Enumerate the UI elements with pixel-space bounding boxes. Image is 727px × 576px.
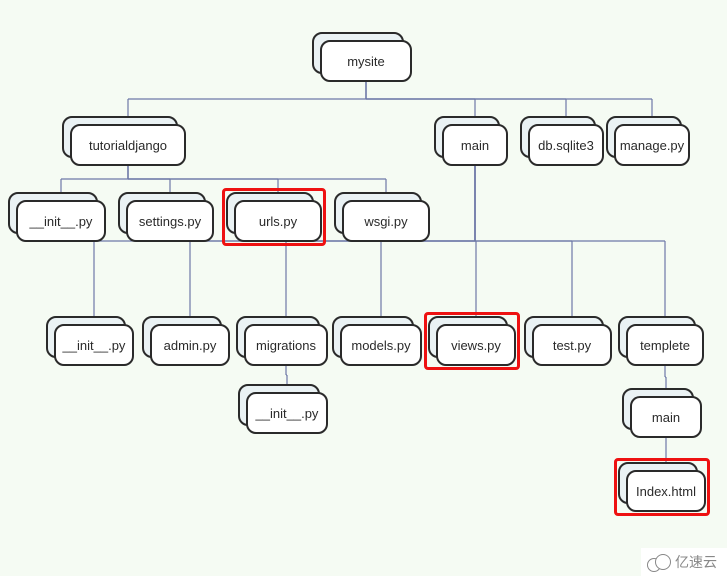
node-label: mysite <box>320 40 412 82</box>
node-label: views.py <box>436 324 516 366</box>
diagram-canvas: mysite tutorialdjango main db.sqlite3manage… <box>0 0 727 576</box>
node-label: tutorialdjango <box>70 124 186 166</box>
node-m_init: __init__.py <box>54 324 134 366</box>
node-m_migrations: migrations <box>244 324 328 366</box>
node-mig_init: __init__.py <box>246 392 328 434</box>
node-m_models: models.py <box>340 324 422 366</box>
node-db: db.sqlite3 <box>528 124 604 166</box>
node-td_init: __init__.py <box>16 200 106 242</box>
node-m_test: test.py <box>532 324 612 366</box>
node-label: main <box>442 124 508 166</box>
node-label: settings.py <box>126 200 214 242</box>
node-label: __init__.py <box>16 200 106 242</box>
node-label: __init__.py <box>246 392 328 434</box>
node-label: migrations <box>244 324 328 366</box>
node-label: __init__.py <box>54 324 134 366</box>
node-m_views: views.py <box>436 324 516 366</box>
node-label: wsgi.py <box>342 200 430 242</box>
node-label: main <box>630 396 702 438</box>
node-tpl_index: Index.html <box>626 470 706 512</box>
node-mysite: mysite <box>320 40 412 82</box>
node-tpl_main: main <box>630 396 702 438</box>
node-m_templete: templete <box>626 324 704 366</box>
node-main: main <box>442 124 508 166</box>
watermark: 亿速云 <box>641 548 727 576</box>
node-label: urls.py <box>234 200 322 242</box>
node-manage: manage.py <box>614 124 690 166</box>
node-tutorialdjango: tutorialdjango <box>70 124 186 166</box>
node-label: admin.py <box>150 324 230 366</box>
watermark-text: 亿速云 <box>675 552 717 572</box>
node-label: test.py <box>532 324 612 366</box>
node-td_wsgi: wsgi.py <box>342 200 430 242</box>
node-label: manage.py <box>614 124 690 166</box>
node-label: models.py <box>340 324 422 366</box>
node-m_admin: admin.py <box>150 324 230 366</box>
cloud-icon <box>647 554 671 570</box>
node-td_settings: settings.py <box>126 200 214 242</box>
node-label: Index.html <box>626 470 706 512</box>
node-td_urls: urls.py <box>234 200 322 242</box>
node-label: templete <box>626 324 704 366</box>
node-label: db.sqlite3 <box>528 124 604 166</box>
